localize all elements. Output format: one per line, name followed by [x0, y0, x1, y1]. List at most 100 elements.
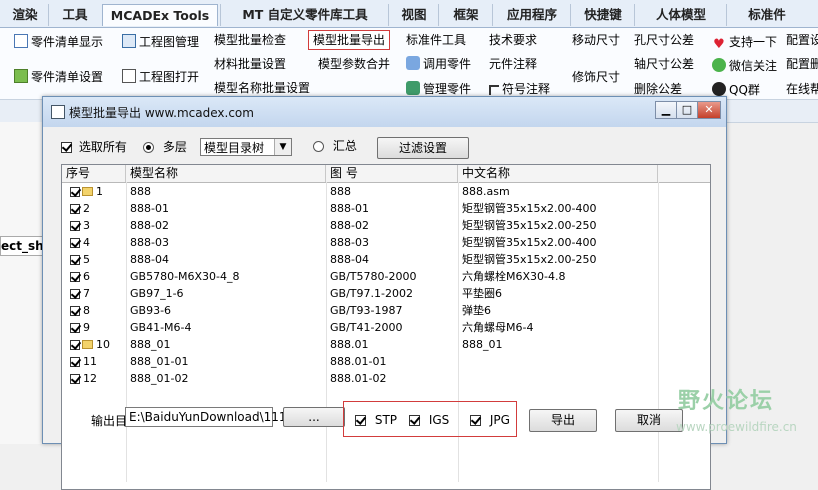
minimize-button[interactable]: ▁ — [655, 101, 677, 119]
export-button[interactable]: 导出 — [529, 409, 597, 432]
checkbox-icon[interactable] — [70, 289, 80, 299]
tab-view[interactable]: 视图 — [388, 4, 439, 26]
call-part-button[interactable]: 调用零件 — [406, 55, 471, 73]
parts-list-settings-button[interactable]: 零件清单设置 — [14, 68, 103, 86]
support-button[interactable]: ♥ 支持一下 — [712, 33, 777, 52]
checkbox-icon[interactable] — [70, 323, 80, 333]
table-row[interactable]: 4 888-03 888-03 矩型钢管35x15x2.00-400 — [62, 234, 710, 251]
row-index-cell[interactable]: 3 — [66, 217, 126, 234]
row-index-cell[interactable]: 5 — [66, 251, 126, 268]
row-index-cell[interactable]: 8 — [66, 302, 126, 319]
checkbox-icon[interactable] — [70, 272, 80, 282]
row-model-name-cell: 888_01-01 — [130, 355, 189, 368]
config-delete-button[interactable]: 配置删 — [786, 55, 818, 73]
browse-button[interactable]: ... — [283, 407, 345, 427]
checkbox-icon[interactable] — [70, 238, 80, 248]
checkbox-icon[interactable] — [70, 204, 80, 214]
checkbox-icon[interactable] — [70, 374, 80, 384]
table-row[interactable]: 8 GB93-6 GB/T93-1987 弹垫6 — [62, 302, 710, 319]
table-row[interactable]: 12 888_01-02 888.01-02 — [62, 370, 710, 387]
model-param-merge-button[interactable]: 模型参数合并 — [318, 55, 390, 73]
row-model-name-cell: 888-03 — [130, 236, 169, 249]
row-model-name-cell: 888-04 — [130, 253, 169, 266]
tab-tools[interactable]: 工具 — [48, 4, 101, 26]
table-row[interactable]: 10 888_01 888.01 888_01 — [62, 336, 710, 353]
row-chinese-name-cell — [458, 370, 658, 387]
table-row[interactable]: 6 GB5780-M6X30-4_8 GB/T5780-2000 六角螺栓M6X30-… — [62, 268, 710, 285]
component-note-button[interactable]: 元件注释 — [489, 55, 537, 73]
model-table[interactable]: 序号 模型名称 图 号 中文名称 1 888 888 888.asm 2 888-01 88… — [61, 164, 711, 490]
tab-frame[interactable]: 框架 — [438, 4, 493, 26]
shaft-tolerance-button[interactable]: 轴尺寸公差 — [634, 55, 694, 73]
row-model-name-cell: 888-02 — [130, 219, 169, 232]
cancel-button[interactable]: 取消 — [615, 409, 683, 432]
drawing-manager-button[interactable]: 工程图管理 — [122, 33, 199, 51]
tab-mt-custom-lib[interactable]: MT 自定义零件库工具 — [220, 4, 389, 26]
model-batch-check-button[interactable]: 模型批量检查 — [214, 31, 286, 49]
col-header-index[interactable]: 序号 — [62, 165, 126, 182]
table-row[interactable]: 1 888 888 888.asm — [62, 183, 710, 200]
col-header-model-name[interactable]: 模型名称 — [126, 165, 326, 182]
wechat-follow-button[interactable]: 微信关注 — [712, 57, 777, 75]
col-header-drawing-no[interactable]: 图 号 — [326, 165, 458, 182]
config-settings-button[interactable]: 配置设 — [786, 31, 818, 49]
row-model-name-cell: GB41-M6-4 — [130, 321, 192, 334]
maximize-button[interactable]: □ — [676, 101, 698, 119]
tab-human-model[interactable]: 人体模型 — [634, 4, 727, 26]
move-dimension-button[interactable]: 移动尺寸 — [572, 31, 620, 49]
checkbox-icon[interactable] — [70, 255, 80, 265]
online-help-button[interactable]: 在线帮 — [786, 80, 818, 98]
model-name-batch-set-button[interactable]: 模型名称批量设置 — [214, 79, 310, 97]
hole-tolerance-button[interactable]: 孔尺寸公差 — [634, 31, 694, 49]
row-index-cell[interactable]: 10 — [66, 336, 126, 353]
tab-applications[interactable]: 应用程序 — [492, 4, 571, 26]
stp-checkbox[interactable]: STP — [355, 413, 397, 427]
tab-standard-parts[interactable]: 标准件 — [726, 4, 807, 26]
cosmetic-dimension-button[interactable]: 修饰尺寸 — [572, 68, 620, 86]
parts-list-display-button[interactable]: 零件清单显示 — [14, 33, 103, 51]
checkbox-icon[interactable] — [70, 340, 80, 350]
row-index-cell[interactable]: 7 — [66, 285, 126, 302]
table-row[interactable]: 11 888_01-01 888.01-01 — [62, 353, 710, 370]
close-button[interactable]: ✕ — [697, 101, 721, 119]
tree-option-select[interactable]: 模型目录树 ▼ — [200, 138, 292, 156]
checkbox-icon[interactable] — [70, 187, 80, 197]
table-row[interactable]: 5 888-04 888-04 矩型钢管35x15x2.00-250 — [62, 251, 710, 268]
row-index-cell[interactable]: 11 — [66, 353, 126, 370]
tab-shortcuts[interactable]: 快捷键 — [570, 4, 635, 26]
multi-level-radio[interactable]: 多层 — [143, 138, 187, 155]
row-index-cell[interactable]: 9 — [66, 319, 126, 336]
jpg-checkbox[interactable]: JPG — [470, 413, 510, 427]
select-all-checkbox[interactable]: 选取所有 — [61, 138, 127, 155]
row-drawing-no-cell: 888-02 — [330, 219, 369, 232]
dialog-titlebar[interactable]: 模型批量导出 www.mcadex.com ▁ □ ✕ — [43, 97, 726, 127]
drawing-open-button[interactable]: 工程图打开 — [122, 68, 199, 86]
tech-requirements-button[interactable]: 技术要求 — [489, 31, 537, 49]
summary-radio[interactable]: 汇总 — [313, 137, 357, 154]
table-row[interactable]: 2 888-01 888-01 矩型钢管35x15x2.00-400 — [62, 200, 710, 217]
filter-settings-button[interactable]: 过滤设置 — [377, 137, 469, 159]
row-chinese-name-cell: 矩型钢管35x15x2.00-400 — [462, 236, 597, 249]
row-index-cell[interactable]: 2 — [66, 200, 126, 217]
table-row[interactable]: 9 GB41-M6-4 GB/T41-2000 六角螺母M6-4 — [62, 319, 710, 336]
table-row[interactable]: 7 GB97_1-6 GB/T97.1-2002 平垫圈6 — [62, 285, 710, 302]
row-index-cell[interactable]: 12 — [66, 370, 126, 387]
checkbox-icon — [409, 415, 420, 426]
material-batch-set-button[interactable]: 材料批量设置 — [214, 55, 286, 73]
output-path-field[interactable]: E:\BaiduYunDownload\111\ — [125, 407, 291, 427]
col-header-chinese-name[interactable]: 中文名称 — [458, 165, 658, 182]
tab-render[interactable]: 渲染 — [2, 4, 48, 26]
igs-checkbox[interactable]: IGS — [409, 413, 449, 427]
model-batch-export-button[interactable]: 模型批量导出 — [308, 30, 391, 50]
row-index-cell[interactable]: 1 — [66, 183, 126, 200]
checkbox-icon[interactable] — [70, 357, 80, 367]
row-index-cell[interactable]: 6 — [66, 268, 126, 285]
row-index-cell[interactable]: 4 — [66, 234, 126, 251]
checkbox-icon[interactable] — [70, 221, 80, 231]
checkbox-icon[interactable] — [70, 306, 80, 316]
checkbox-icon — [470, 415, 481, 426]
standard-part-tool-button[interactable]: 标准件工具 — [406, 31, 466, 49]
tab-mcadex-tools[interactable]: MCADEx Tools — [102, 4, 218, 26]
open-drawing-icon — [122, 69, 136, 83]
table-row[interactable]: 3 888-02 888-02 矩型钢管35x15x2.00-250 — [62, 217, 710, 234]
